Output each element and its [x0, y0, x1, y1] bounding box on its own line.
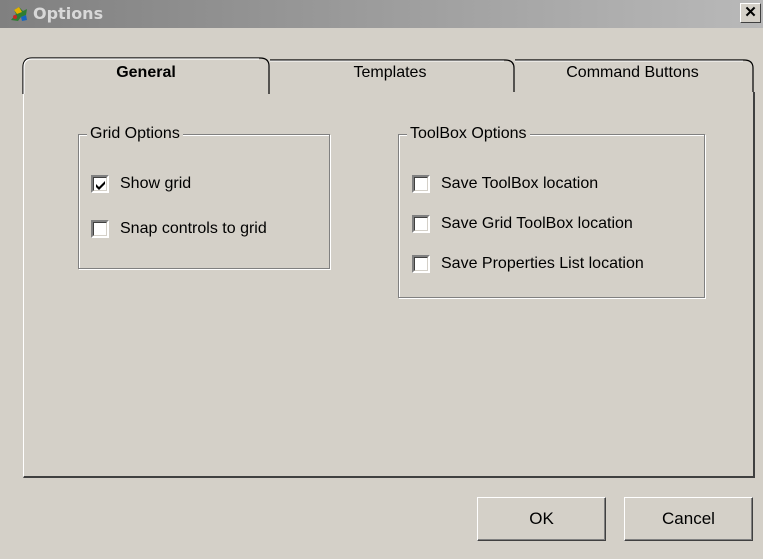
ok-button[interactable]: OK [477, 497, 606, 541]
grid-options-legend: Grid Options [87, 125, 183, 143]
checkbox-unchecked[interactable] [412, 255, 430, 273]
window-title: Options [33, 4, 104, 23]
tab-command-buttons-label: Command Buttons [566, 64, 699, 81]
app-icon [11, 7, 27, 21]
tab-templates-label: Templates [353, 64, 427, 81]
close-icon: ✕ [744, 4, 757, 21]
save-grid-toolbox-location-label: Save Grid ToolBox location [441, 215, 633, 232]
checkmark-icon [96, 181, 105, 190]
checkbox-unchecked[interactable] [412, 215, 430, 233]
tab-command-buttons[interactable]: Command Buttons [510, 58, 755, 92]
tab-general-label: General [116, 64, 176, 81]
show-grid-label: Show grid [120, 175, 192, 192]
title-bar[interactable]: Options ✕ [0, 0, 763, 28]
close-button[interactable]: ✕ [740, 3, 761, 23]
checkbox-checked[interactable] [91, 175, 109, 193]
cancel-button[interactable]: Cancel [624, 497, 753, 541]
snap-to-grid-label: Snap controls to grid [120, 220, 267, 237]
toolbox-options-legend: ToolBox Options [407, 125, 530, 143]
checkbox-unchecked[interactable] [91, 220, 109, 238]
save-properties-list-location-label: Save Properties List location [441, 255, 644, 272]
grid-options-group: Grid Options Show grid Snap controls to … [78, 125, 330, 269]
tab-general[interactable]: General [22, 56, 270, 94]
tab-templates[interactable]: Templates [265, 58, 515, 92]
toolbox-options-group: ToolBox Options Save ToolBox location Sa… [398, 125, 705, 298]
options-dialog: Options ✕ Command Buttons Templates Gene… [0, 0, 763, 559]
save-toolbox-location-label: Save ToolBox location [441, 175, 599, 192]
checkbox-unchecked[interactable] [412, 175, 430, 193]
